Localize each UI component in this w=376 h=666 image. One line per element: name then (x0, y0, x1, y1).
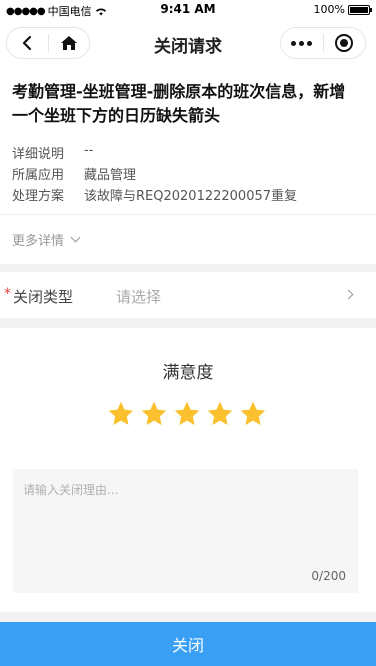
info-value: 该故障与REQ2020122200057重复 (84, 189, 298, 204)
info-key: 处理方案 (12, 189, 65, 204)
more-details-toggle[interactable]: 更多详情 (12, 230, 81, 249)
battery-group: 100% (313, 3, 372, 16)
close-type-placeholder: 请选择 (116, 288, 162, 306)
star-rating (107, 400, 267, 428)
reason-textarea[interactable] (13, 469, 358, 593)
star-icon[interactable] (239, 400, 267, 428)
more-menu-button[interactable] (281, 28, 323, 58)
char-counter: 0/200 (311, 569, 346, 583)
reason-box: 0/200 (13, 469, 358, 593)
chevron-right-icon (343, 289, 354, 300)
more-dots-icon (291, 40, 313, 46)
star-icon[interactable] (173, 400, 201, 428)
info-value: 藏品管理 (84, 168, 137, 183)
battery-icon (348, 4, 372, 15)
info-row-application: 所属应用 藏品管理 (12, 164, 136, 183)
close-type-label: 关闭类型 (13, 288, 74, 306)
satisfaction-card: 满意度 0/200 (0, 328, 376, 612)
battery-percent: 100% (313, 3, 345, 16)
target-icon (335, 34, 354, 52)
info-row-solution: 处理方案 该故障与REQ2020122200057重复 (12, 185, 297, 204)
request-title: 考勤管理-坐班管理-删除原本的班次信息，新增一个坐班下方的日历缺失箭头 (12, 82, 346, 125)
required-asterisk: * (4, 286, 11, 302)
divider (0, 214, 376, 215)
close-miniprogram-button[interactable] (324, 28, 366, 58)
chevron-down-icon (70, 232, 81, 243)
info-key: 详细说明 (12, 147, 65, 162)
star-icon[interactable] (206, 400, 234, 428)
request-info-card: 考勤管理-坐班管理-删除原本的班次信息，新增一个坐班下方的日历缺失箭头 详细说明… (0, 66, 376, 264)
navigation-bar: 关闭请求 (0, 20, 376, 66)
info-row-description: 详细说明 -- (12, 143, 93, 162)
status-bar: ●●●●● 中国电信 9:41 AM 100% (0, 0, 376, 20)
info-key: 所属应用 (12, 168, 65, 183)
nav-capsule-right (280, 27, 366, 59)
more-details-label: 更多详情 (12, 234, 65, 249)
star-icon[interactable] (107, 400, 135, 428)
info-value: -- (84, 143, 94, 158)
close-request-button[interactable]: 关闭 (0, 622, 376, 666)
satisfaction-title: 满意度 (162, 363, 214, 383)
close-type-picker[interactable]: * 关闭类型 请选择 (0, 272, 376, 318)
star-icon[interactable] (140, 400, 168, 428)
